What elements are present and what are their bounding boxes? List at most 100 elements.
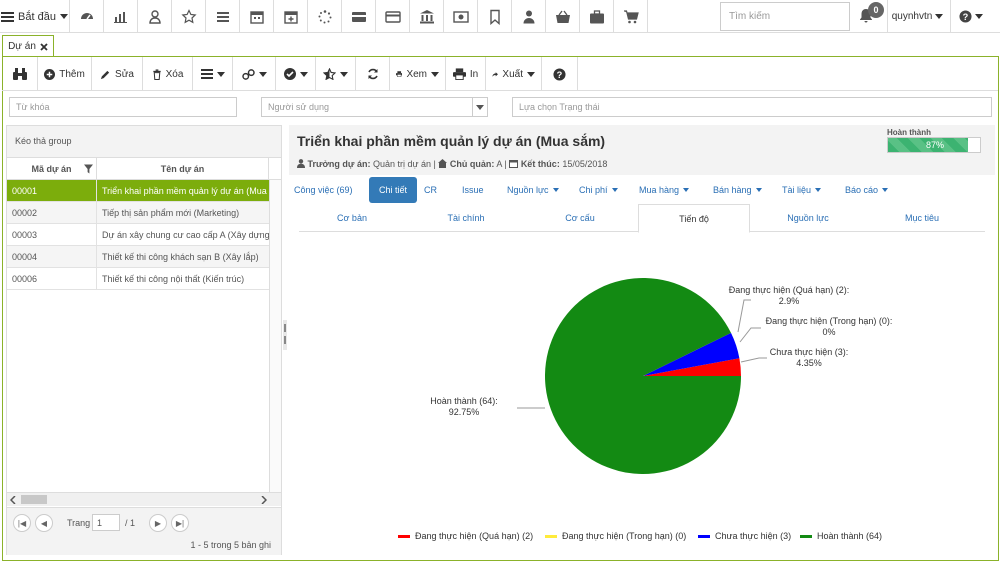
end-date-label: Kết thúc: <box>520 159 560 169</box>
tab-primary-5[interactable]: Chi phí <box>579 177 625 203</box>
module-button-6[interactable] <box>274 0 308 33</box>
module-button-11[interactable] <box>444 0 478 33</box>
filter-icon[interactable] <box>84 164 93 174</box>
module-button-1[interactable] <box>104 0 138 33</box>
column-header-name[interactable]: Tên dự án <box>97 158 269 179</box>
tab-secondary-1[interactable]: Tài chính <box>410 204 522 232</box>
chevron-right-icon[interactable] <box>261 496 267 504</box>
table-row[interactable]: 00002 Tiếp thị sản phẩm mới (Marketing) <box>7 202 281 224</box>
add-button[interactable]: Thêm <box>38 57 92 91</box>
chevron-left-icon[interactable] <box>10 496 16 504</box>
svg-text:?: ? <box>557 69 563 79</box>
user-icon <box>297 159 305 168</box>
list-menu-button[interactable] <box>193 57 233 91</box>
legend-item-2[interactable]: Chưa thực hiện (3) <box>698 530 791 542</box>
table-row[interactable]: 00003 Dự án xây chung cư cao cấp A (Xây d… <box>7 224 281 246</box>
hamburger-icon <box>1 11 15 22</box>
refresh-button[interactable] <box>356 57 390 91</box>
leader-line-0 <box>737 299 751 333</box>
legend-label: Hoàn thành (64) <box>817 531 883 541</box>
legend-item-0[interactable]: Đang thực hiện (Quá hạn) (2) <box>398 530 533 542</box>
chevron-down-icon <box>882 188 889 192</box>
tab-primary-8[interactable]: Tài liệu <box>782 177 824 203</box>
user-menu[interactable]: quynhvtn <box>887 0 947 33</box>
table-row[interactable]: 00006 Thiết kế thi công nội thất (Kiến tr… <box>7 268 281 290</box>
cell-name: Tiếp thị sản phẩm mới (Marketing) <box>102 208 240 218</box>
group-drop-zone[interactable]: Kéo thả group <box>7 126 281 158</box>
tab-primary-0[interactable]: Công việc (69) <box>294 177 364 203</box>
help-menu-button[interactable]: ? <box>950 0 990 33</box>
chevron-down-icon <box>611 188 618 192</box>
last-page-button[interactable]: ▶| <box>171 514 189 532</box>
module-button-8[interactable] <box>342 0 376 33</box>
tab-primary-1[interactable]: Chi tiết <box>369 177 417 203</box>
cell-code: 00001 <box>7 180 97 201</box>
prev-page-button[interactable]: ◀ <box>35 514 53 532</box>
delete-button[interactable]: Xóa <box>143 57 193 91</box>
module-button-12[interactable] <box>478 0 512 33</box>
module-button-0[interactable] <box>70 0 104 33</box>
tab-secondary-0[interactable]: Cơ bản <box>296 204 408 232</box>
edit-button[interactable]: Sửa <box>92 57 143 91</box>
status-select[interactable]: Lựa chọn Trạng thái <box>512 97 992 117</box>
module-button-9[interactable] <box>376 0 410 33</box>
tab-primary-3[interactable]: Issue <box>462 177 492 203</box>
print-button[interactable]: In <box>446 57 486 91</box>
view-button[interactable]: Xem <box>390 57 446 91</box>
first-page-button[interactable]: |◀ <box>13 514 31 532</box>
module-button-13[interactable] <box>512 0 546 33</box>
next-page-button[interactable]: ▶ <box>149 514 167 532</box>
grid-body: 00001 Triển khai phần mềm quản lý dự án (… <box>7 180 281 290</box>
legend-item-1[interactable]: Đang thực hiện (Trong hạn) (0) <box>545 530 686 542</box>
cell-code: 00002 <box>7 202 97 223</box>
panel-splitter[interactable] <box>283 320 287 350</box>
legend-item-3[interactable]: Hoàn thành (64) <box>800 530 882 542</box>
module-button-16[interactable] <box>614 0 648 33</box>
calendar-icon <box>509 160 519 168</box>
module-button-5[interactable] <box>240 0 274 33</box>
start-menu-button[interactable]: Bắt đầu <box>0 0 70 33</box>
printer-icon <box>452 68 466 80</box>
module-button-15[interactable] <box>580 0 614 33</box>
rating-menu-button[interactable] <box>316 57 356 91</box>
link-menu-button[interactable] <box>233 57 276 91</box>
column-header-code[interactable]: Mã dự án <box>7 158 97 179</box>
tab-primary-4[interactable]: Nguồn lực <box>507 177 562 203</box>
export-button[interactable]: Xuất <box>486 57 542 91</box>
page-input[interactable]: 1 <box>92 514 120 531</box>
binoculars-button[interactable] <box>2 57 38 91</box>
tab-label: Bán hàng <box>713 185 752 195</box>
tab-primary-2[interactable]: CR <box>424 177 446 203</box>
help-icon: ? <box>553 67 566 81</box>
module-button-14[interactable] <box>546 0 580 33</box>
module-button-7[interactable] <box>308 0 342 33</box>
tab-primary-6[interactable]: Mua hàng <box>639 177 695 203</box>
chevron-down-icon <box>755 188 762 192</box>
module-button-3[interactable] <box>172 0 206 33</box>
tab-primary-9[interactable]: Báo cáo <box>845 177 895 203</box>
tab-du-an[interactable]: Dự án <box>2 35 54 57</box>
tab-secondary-5[interactable]: Mục tiêu <box>866 204 978 232</box>
approve-menu-button[interactable] <box>276 57 316 91</box>
tab-secondary-3[interactable]: Tiến độ <box>638 204 750 233</box>
module-button-2[interactable] <box>138 0 172 33</box>
horizontal-scrollbar[interactable] <box>7 492 281 506</box>
help-button[interactable]: ? <box>542 57 578 91</box>
user-select-dropdown[interactable] <box>472 97 488 117</box>
module-button-10[interactable] <box>410 0 444 33</box>
scroll-thumb[interactable] <box>21 495 47 504</box>
user-select[interactable]: Người sử dụng <box>261 97 473 117</box>
keyword-input[interactable]: Từ khóa <box>9 97 237 117</box>
tab-secondary-4[interactable]: Nguồn lực <box>752 204 864 232</box>
search-input[interactable]: Tìm kiếm <box>720 2 850 31</box>
table-row[interactable]: 00001 Triển khai phần mềm quản lý dự án (… <box>7 180 281 202</box>
project-title: Triển khai phần mềm quản lý dự án (Mua s… <box>297 133 606 149</box>
close-icon[interactable] <box>40 42 48 51</box>
vertical-scrollbar[interactable] <box>269 180 281 492</box>
tab-secondary-2[interactable]: Cơ cấu <box>524 204 636 232</box>
table-row[interactable]: 00004 Thiết kế thi công khách sạn B (Xây … <box>7 246 281 268</box>
tab-primary-7[interactable]: Bán hàng <box>713 177 767 203</box>
data-label-3-percent: 92.75% <box>449 407 480 417</box>
star-icon <box>180 8 197 23</box>
module-button-4[interactable] <box>206 0 240 33</box>
